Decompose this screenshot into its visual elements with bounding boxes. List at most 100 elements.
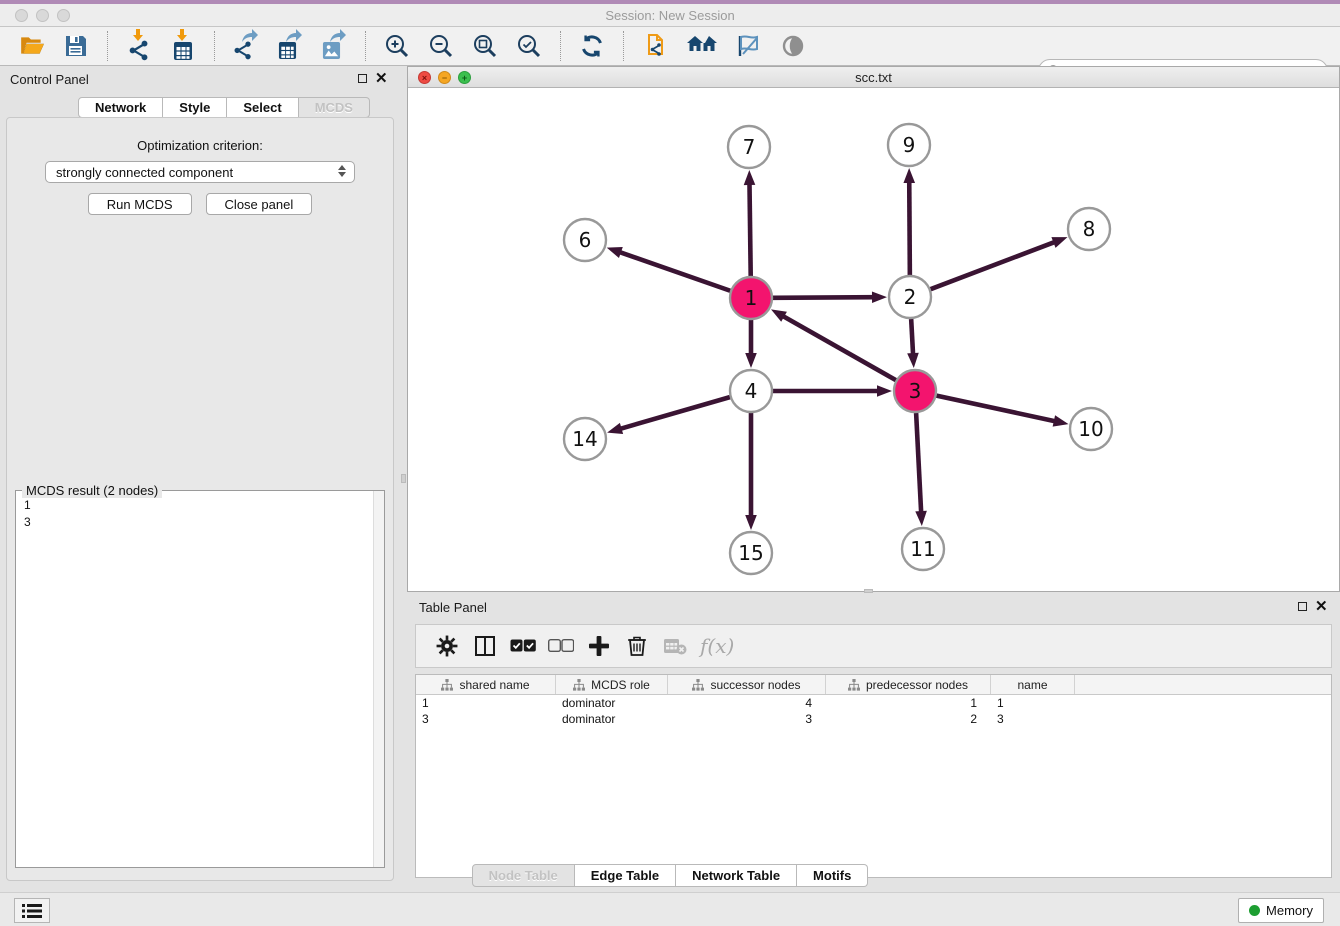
arrowhead-icon (903, 168, 915, 183)
import-table-icon[interactable] (169, 32, 197, 60)
main-toolbar (0, 27, 1340, 66)
table-toolbar: f(x) (415, 624, 1332, 668)
float-panel-icon[interactable] (358, 74, 367, 83)
node-label-6: 6 (579, 228, 592, 252)
float-panel-icon[interactable] (1298, 602, 1307, 611)
table-cell[interactable]: dominator (556, 695, 668, 711)
node-table[interactable]: shared name MCDS role successor nodes prede… (415, 674, 1332, 878)
column-label: MCDS role (591, 678, 650, 692)
table-cell[interactable]: 1 (991, 695, 1075, 711)
column-label: successor nodes (710, 678, 800, 692)
memory-button[interactable]: Memory (1238, 898, 1324, 923)
create-column-icon[interactable] (584, 631, 614, 661)
network-window-titlebar[interactable]: × − + scc.txt (408, 67, 1339, 88)
hide-panel-icon[interactable] (735, 32, 763, 60)
node-label-15: 15 (738, 541, 763, 565)
control-panel-tabs: Network Style Select MCDS (78, 97, 370, 118)
tab-mcds[interactable]: MCDS (299, 97, 370, 118)
result-scrollbar[interactable] (373, 491, 384, 867)
node-label-11: 11 (910, 537, 935, 561)
hierarchy-icon (441, 679, 453, 691)
unselect-all-columns-icon[interactable] (546, 631, 576, 661)
mcds-result-legend: MCDS result (2 nodes) (22, 483, 162, 498)
zoom-in-icon[interactable] (383, 32, 411, 60)
splitter-handle[interactable] (401, 474, 406, 483)
tab-select[interactable]: Select (227, 97, 298, 118)
node-label-9: 9 (903, 133, 916, 157)
new-network-from-selection-icon[interactable] (641, 32, 669, 60)
close-panel-icon[interactable]: ✕ (1315, 602, 1328, 611)
tab-network[interactable]: Network (78, 97, 163, 118)
toolbar-separator (214, 31, 215, 61)
column-layout-icon[interactable] (470, 631, 500, 661)
column-header-name[interactable]: name (991, 675, 1075, 694)
arrowhead-icon (745, 515, 757, 530)
arrowhead-icon (915, 511, 927, 526)
zoom-selected-icon[interactable] (515, 32, 543, 60)
splitter-handle[interactable] (864, 589, 873, 593)
hierarchy-icon (573, 679, 585, 691)
table-cell[interactable]: 1 (416, 695, 556, 711)
tab-network-table[interactable]: Network Table (676, 864, 797, 887)
tab-node-table[interactable]: Node Table (472, 864, 575, 887)
show-graphics-details-icon[interactable] (779, 32, 807, 60)
network-view-window: × − + scc.txt 7968124314101511 (407, 66, 1340, 592)
network-graph[interactable]: 7968124314101511 (408, 88, 1339, 591)
export-image-icon[interactable] (320, 32, 348, 60)
memory-status-icon (1249, 905, 1260, 916)
arrowhead-icon (744, 170, 756, 185)
home-first-neighbors-icon[interactable] (685, 32, 719, 60)
refresh-layout-icon[interactable] (578, 32, 606, 60)
task-history-button[interactable] (14, 898, 50, 923)
run-mcds-button[interactable]: Run MCDS (88, 193, 192, 215)
table-cell[interactable]: 2 (826, 711, 991, 727)
tab-motifs[interactable]: Motifs (797, 864, 868, 887)
table-options-icon[interactable] (432, 631, 462, 661)
select-all-columns-icon[interactable] (508, 631, 538, 661)
table-cell[interactable]: 3 (991, 711, 1075, 727)
memory-label: Memory (1266, 903, 1313, 918)
close-panel-icon[interactable]: ✕ (375, 74, 388, 83)
edge-1-6[interactable] (618, 252, 730, 291)
table-row[interactable]: 3dominator323 (416, 711, 1331, 727)
arrowhead-icon (872, 291, 887, 303)
edge-2-3[interactable] (911, 319, 913, 356)
edge-1-7[interactable] (749, 182, 750, 276)
node-label-14: 14 (572, 427, 597, 451)
zoom-out-icon[interactable] (427, 32, 455, 60)
column-header-predecessor-nodes[interactable]: predecessor nodes (826, 675, 991, 694)
criterion-select[interactable]: strongly connected component (45, 161, 355, 183)
table-cell[interactable]: 3 (416, 711, 556, 727)
delete-columns-icon[interactable] (622, 631, 652, 661)
table-cell[interactable]: 1 (826, 695, 991, 711)
node-label-8: 8 (1083, 217, 1096, 241)
import-network-icon[interactable] (125, 32, 153, 60)
tab-style[interactable]: Style (163, 97, 227, 118)
network-canvas[interactable]: 7968124314101511 (408, 88, 1339, 591)
export-table-icon[interactable] (276, 32, 304, 60)
arrowhead-icon (877, 385, 892, 397)
column-header-shared-name[interactable]: shared name (416, 675, 556, 694)
edge-2-8[interactable] (931, 241, 1057, 289)
close-panel-button[interactable]: Close panel (206, 193, 313, 215)
titlebar-accent (0, 0, 1340, 4)
zoom-fit-icon[interactable] (471, 32, 499, 60)
edge-1-2[interactable] (773, 297, 875, 298)
table-row[interactable]: 1dominator411 (416, 695, 1331, 711)
save-session-icon[interactable] (62, 32, 90, 60)
table-cell[interactable]: 3 (668, 711, 826, 727)
export-network-icon[interactable] (232, 32, 260, 60)
edge-2-9[interactable] (909, 180, 910, 275)
edge-3-11[interactable] (916, 413, 921, 514)
tab-edge-table[interactable]: Edge Table (575, 864, 676, 887)
open-session-icon[interactable] (18, 32, 46, 60)
table-cell[interactable]: 4 (668, 695, 826, 711)
table-cell[interactable]: dominator (556, 711, 668, 727)
edge-3-10[interactable] (937, 396, 1057, 422)
column-label: shared name (459, 678, 529, 692)
edge-3-1[interactable] (781, 315, 895, 380)
arrowhead-icon (607, 247, 623, 258)
column-header-successor-nodes[interactable]: successor nodes (668, 675, 826, 694)
edge-4-14[interactable] (619, 397, 730, 429)
column-header-MCDS-role[interactable]: MCDS role (556, 675, 668, 694)
